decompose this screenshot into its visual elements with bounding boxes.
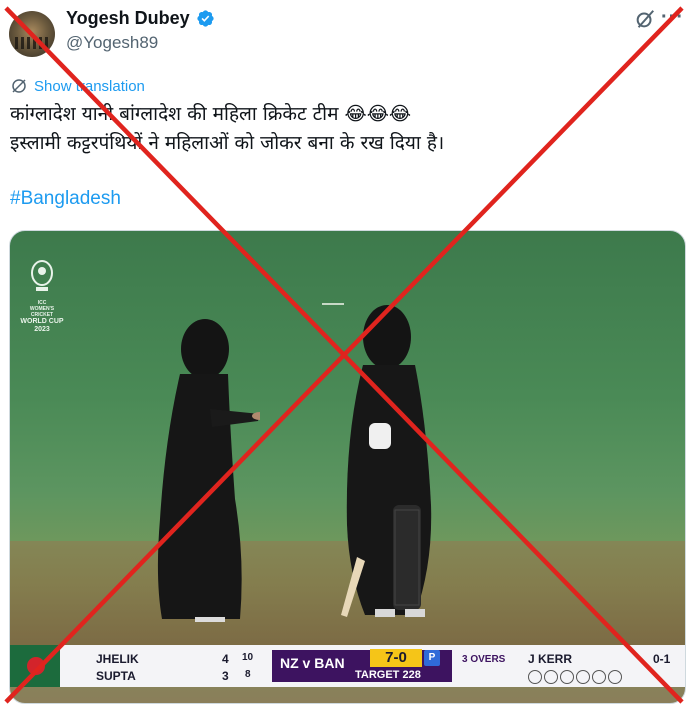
verified-badge-icon (197, 10, 214, 27)
avatar[interactable] (9, 11, 55, 57)
batter2-balls: 8 (245, 669, 251, 680)
ball-indicator (608, 670, 622, 684)
powerplay-badge: P (424, 650, 440, 666)
tweet-text-line-2: इस्लामी कट्टरपंथियों ने महिलाओं को जोकर … (10, 132, 445, 154)
batter1-name: JHELIK (96, 652, 139, 666)
overs-count: 3 OVERS (462, 654, 506, 665)
match-teams: NZ v BAN (280, 655, 345, 671)
ball-indicator (560, 670, 574, 684)
ball-indicator (592, 670, 606, 684)
target-score: TARGET 228 (355, 669, 421, 681)
icc-world-cup-logo: ICC WOMEN'S CRICKET WORLD CUP 2023 (20, 259, 64, 334)
batter2-name: SUPTA (96, 669, 136, 683)
more-options-icon[interactable]: ··· (661, 6, 684, 29)
bowler-name: J KERR (528, 652, 573, 666)
batter1-balls: 10 (242, 652, 254, 663)
ball-indicator (576, 670, 590, 684)
ball-indicator (544, 670, 558, 684)
tv-scoreboard: JHELIK 4 10 SUPTA 3 8 NZ v BAN 7-0 P TAR… (10, 645, 685, 687)
show-translation-link[interactable]: Show translation (34, 78, 145, 95)
logo-text-world-cup: WORLD CUP (20, 318, 64, 325)
grok-icon[interactable] (634, 8, 656, 30)
show-translation-row[interactable]: Show translation (10, 77, 145, 95)
tweet-text-line-1: कांग्लादेश यानी बांग्लादेश की महिला क्रि… (10, 103, 412, 125)
bowler-figures: 0-1 (653, 652, 671, 666)
hashtag-link[interactable]: #Bangladesh (10, 188, 121, 210)
team-score: 7-0 (370, 649, 422, 667)
batter1-runs: 4 (222, 652, 229, 666)
author-handle[interactable]: @Yogesh89 (66, 33, 158, 53)
over-balls (528, 670, 622, 684)
globe-translate-icon (12, 79, 26, 93)
ball-indicator (528, 670, 542, 684)
logo-text-year: 2023 (34, 326, 50, 333)
author-name-row[interactable]: Yogesh Dubey (66, 8, 215, 29)
tweet-media-image[interactable]: ICC WOMEN'S CRICKET WORLD CUP 2023 JHELI… (9, 230, 686, 704)
author-display-name[interactable]: Yogesh Dubey (66, 8, 190, 29)
trophy-icon (31, 260, 53, 291)
bangladesh-flag-icon (10, 645, 60, 687)
player-figure-left (157, 319, 260, 622)
player-figure-right (341, 305, 432, 617)
batter2-runs: 3 (222, 669, 229, 683)
logo-text-womens: WOMEN'S CRICKET (29, 306, 55, 318)
tweet-text: कांग्लादेश यानी बांग्लादेश की महिला क्रि… (10, 100, 670, 158)
